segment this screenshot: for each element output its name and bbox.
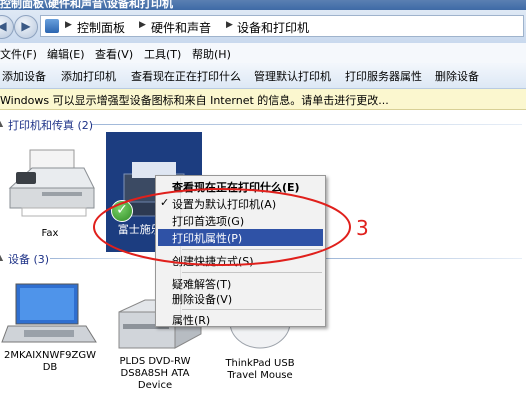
- command-toolbar: 添加设备 添加打印机 查看现在正在打印什么 管理默认打印机 打印服务器属性 删除…: [0, 63, 526, 89]
- see-whats-printing-button[interactable]: 查看现在正在打印什么: [131, 68, 241, 84]
- fax-printer-icon: [8, 149, 95, 217]
- remove-device-button[interactable]: 删除设备: [435, 68, 479, 84]
- arrow-right-icon: ▶: [21, 19, 31, 33]
- address-bar-area: ◀ ▶ ▶ 控制面板 ▶ 硬件和声音 ▶ 设备和打印机: [0, 10, 526, 44]
- breadcrumb-hardware-sound[interactable]: 硬件和声音: [151, 19, 211, 36]
- device-label-line: Travel Mouse: [227, 370, 293, 381]
- menu-edit[interactable]: 编辑(E): [47, 46, 85, 62]
- add-device-button[interactable]: 添加设备: [2, 68, 46, 84]
- device-label-line: Device: [137, 380, 173, 391]
- context-menu: 查看现在正在打印什么(E) ✓ 设置为默认打印机(A) 打印首选项(G) 打印机…: [155, 175, 326, 327]
- add-printer-button[interactable]: 添加打印机: [61, 68, 116, 84]
- chevron-right-icon[interactable]: ▶: [65, 20, 72, 30]
- menu-bar: 文件(F) 编辑(E) 查看(V) 工具(T) 帮助(H): [0, 43, 526, 64]
- annotation-number: 3: [356, 216, 369, 240]
- menu-separator: [182, 309, 322, 310]
- menu-item-create-shortcut[interactable]: 创建快捷方式(S): [158, 252, 323, 269]
- device-fax[interactable]: Fax: [2, 142, 98, 240]
- default-check-icon: ✓: [111, 200, 133, 222]
- breadcrumb-control-panel[interactable]: 控制面板: [77, 19, 125, 36]
- control-panel-icon: [45, 19, 59, 33]
- info-bar-text: Windows 可以显示增强型设备图标和来自 Internet 的信息。请单击进…: [0, 94, 389, 107]
- menu-item-print-preferences[interactable]: 打印首选项(G): [158, 212, 323, 229]
- menu-item-properties[interactable]: 属性(R): [158, 311, 323, 328]
- menu-item-see-whats-printing[interactable]: 查看现在正在打印什么(E): [158, 178, 323, 195]
- forward-button[interactable]: ▶: [14, 15, 38, 39]
- menu-item-printer-properties[interactable]: 打印机属性(P): [158, 229, 323, 246]
- group-divider: [50, 258, 150, 259]
- menu-separator: [182, 249, 322, 250]
- device-label-line: 2MKAIXNWF9ZGW: [4, 350, 96, 361]
- print-server-properties-button[interactable]: 打印服务器属性: [345, 68, 422, 84]
- menu-item-label: 设置为默认打印机(A): [172, 198, 277, 211]
- info-bar[interactable]: Windows 可以显示增强型设备图标和来自 Internet 的信息。请单击进…: [0, 89, 526, 110]
- group-label-devices: 设备 (3): [8, 253, 50, 266]
- group-label-printers: 打印机和传真 (2): [8, 119, 94, 132]
- menu-separator: [182, 272, 322, 273]
- chevron-right-icon[interactable]: ▶: [226, 20, 233, 30]
- laptop-icon: [1, 283, 97, 343]
- menu-item-label: 属性(R): [172, 314, 211, 327]
- device-label-line: ThinkPad USB: [225, 358, 295, 369]
- menu-file[interactable]: 文件(F): [0, 46, 37, 62]
- menu-item-label: 删除设备(V): [172, 293, 233, 306]
- menu-tools[interactable]: 工具(T): [144, 46, 181, 62]
- collapse-icon[interactable]: ▲: [0, 253, 3, 262]
- device-label: Fax: [41, 228, 59, 239]
- menu-item-label: 打印机属性(P): [172, 232, 243, 245]
- manage-default-printers-button[interactable]: 管理默认打印机: [254, 68, 331, 84]
- collapse-icon[interactable]: ▲: [0, 119, 3, 128]
- menu-item-label: 打印首选项(G): [172, 215, 245, 228]
- device-label-line: PLDS DVD-RW: [119, 356, 191, 367]
- device-label-line: DB: [42, 362, 58, 373]
- address-field[interactable]: ▶ 控制面板 ▶ 硬件和声音 ▶ 设备和打印机: [40, 15, 524, 37]
- device-laptop[interactable]: 2MKAIXNWF9ZGW DB: [0, 282, 100, 374]
- menu-item-label: 查看现在正在打印什么(E): [172, 181, 300, 194]
- breadcrumb-devices-printers[interactable]: 设备和打印机: [237, 19, 309, 36]
- group-divider: [92, 124, 522, 125]
- menu-help[interactable]: 帮助(H): [192, 46, 231, 62]
- menu-view[interactable]: 查看(V): [95, 46, 133, 62]
- check-icon: ✓: [160, 196, 170, 209]
- device-label-line: DS8A8SH ATA: [120, 368, 190, 379]
- menu-item-label: 创建快捷方式(S): [172, 255, 254, 268]
- group-divider: [326, 258, 522, 259]
- group-header-printers[interactable]: ▲ 打印机和传真 (2): [0, 115, 526, 133]
- arrow-left-icon: ◀: [0, 19, 7, 33]
- menu-item-set-default[interactable]: ✓ 设置为默认打印机(A): [158, 195, 323, 212]
- chevron-right-icon[interactable]: ▶: [139, 20, 146, 30]
- window-title: 控制面板\硬件和声音\设备和打印机: [0, 0, 174, 10]
- back-button[interactable]: ◀: [0, 15, 14, 39]
- title-bar: 控制面板\硬件和声音\设备和打印机: [0, 0, 526, 10]
- menu-item-remove-device[interactable]: 删除设备(V): [158, 290, 323, 307]
